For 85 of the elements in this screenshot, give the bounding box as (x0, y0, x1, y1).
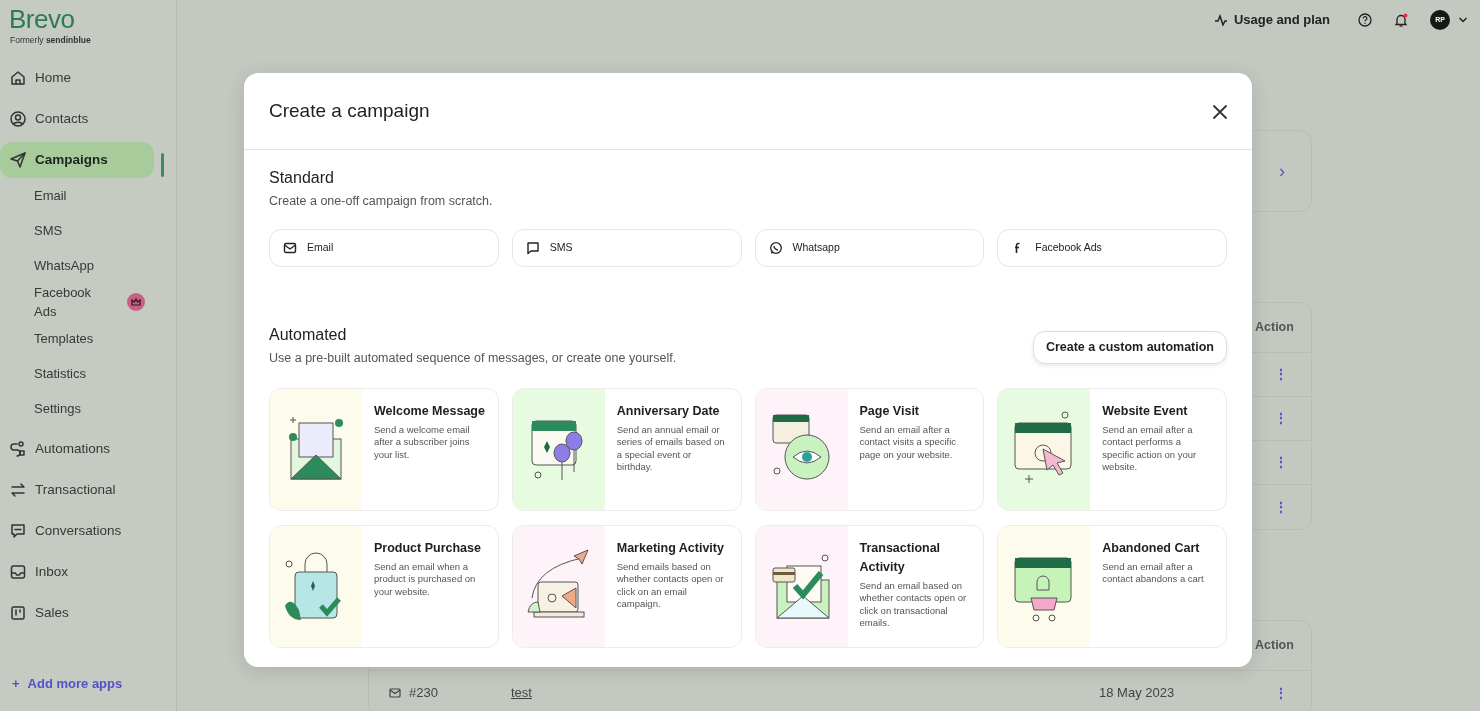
automation-card[interactable]: Welcome Message Send a welcome email after a subscriber joins your list. (269, 387, 499, 511)
automation-card[interactable]: Transactional Activity Send an email based on whether contacts open or click on transactional emails. (754, 524, 985, 648)
sub-nav-item[interactable]: Email (0, 177, 176, 213)
swap-arrows-icon (9, 480, 27, 499)
section-title: Automated (269, 324, 348, 345)
chat-icon (525, 240, 540, 255)
column-header: Action (1255, 637, 1295, 655)
crown-icon (131, 296, 141, 307)
card-description: Send a welcome email after a subscriber joins your list. (374, 423, 471, 462)
nav-item[interactable]: Conversations (0, 512, 154, 549)
more-menu-icon[interactable]: ⋮ (1255, 366, 1288, 382)
automation-card[interactable]: Marketing Activity Send emails based on whether contacts open or click on an email campaign. (511, 524, 742, 648)
automation-card[interactable]: Website Event Send an email after a contact performs a specific action on your website. (997, 387, 1227, 511)
sub-nav-item[interactable]: Templates (0, 320, 176, 356)
card-description: Send an email after a contact performs a specific action on your website. (1102, 423, 1198, 474)
automation-card[interactable]: Product Purchase Send an email when a product is purchased on your website. (269, 524, 499, 648)
plus-icon: + (12, 673, 20, 693)
card-title: Welcome Message (374, 402, 486, 420)
nav-item[interactable]: Inbox (0, 553, 154, 590)
more-menu-icon[interactable]: ⋮ (1255, 684, 1288, 701)
section-subtitle: Create a one-off campaign from scratch. (269, 193, 494, 211)
nav-item[interactable]: Sales (0, 594, 154, 631)
more-menu-icon[interactable]: ⋮ (1255, 454, 1288, 470)
chevron-down-icon (1458, 16, 1468, 24)
link-label: Usage and plan (1233, 11, 1330, 30)
nav-item[interactable]: Home (0, 59, 154, 96)
chevron-right-icon: › (1279, 157, 1285, 185)
bell-icon (1394, 13, 1408, 27)
nav-item[interactable]: Automations (0, 430, 154, 467)
help-icon (1358, 13, 1372, 27)
automation-card[interactable]: Abandoned Cart Send an email after a contact abandons a cart (997, 524, 1227, 648)
card-description: Send an email based on whether contacts open or click on transactional emails. (859, 579, 968, 630)
card-title: Transactional Activity (859, 539, 942, 576)
card-description: Send an email after a contact abandons a cart (1102, 560, 1205, 586)
inbox-icon (9, 562, 27, 581)
channel-button[interactable]: Email (269, 228, 499, 267)
channel-button[interactable]: Whatsapp (754, 228, 985, 267)
modal-title: Create a campaign (269, 99, 430, 123)
close-icon (1213, 104, 1227, 119)
more-menu-icon[interactable]: ⋮ (1255, 498, 1288, 515)
column-header: Action (1255, 319, 1295, 337)
card-title: Marketing Activity (616, 539, 725, 557)
usage-plan-link[interactable]: Usage and plan (1213, 10, 1330, 30)
card-title: Anniversary Date (616, 402, 721, 420)
card-description: Send an annual email or series of emails based on a special event or birthday. (616, 423, 726, 474)
automation-card[interactable]: Anniversary Date Send an annual email or series of emails based on a special event or birthday. (511, 387, 742, 511)
card-description: Send an email when a product is purchased on your website. (374, 560, 477, 599)
section-title: Standard (269, 168, 335, 188)
table-cell-text: #230 (409, 684, 438, 703)
active-indicator (161, 152, 164, 177)
mail-icon (283, 240, 297, 255)
home-icon (9, 68, 27, 87)
more-menu-icon[interactable]: ⋮ (1255, 410, 1288, 426)
section-subtitle: Use a pre-built automated sequence of messages, or create one yourself. (269, 350, 677, 368)
phone-bubble-icon (768, 240, 783, 255)
nav-item[interactable]: Campaigns (0, 141, 154, 178)
sub-nav-item[interactable]: Statistics (0, 355, 176, 391)
nav-item[interactable]: Contacts (0, 100, 154, 137)
sub-nav-item[interactable]: Facebook Ads (0, 282, 176, 321)
automation-card[interactable]: Page Visit Send an email after a contact visits a specific page on your website. (754, 387, 985, 511)
user-circle-icon (9, 109, 27, 128)
sub-nav-item[interactable]: WhatsApp (0, 247, 176, 283)
channel-button[interactable]: Facebook Ads (997, 228, 1227, 267)
logo-tagline: Formerly sendinblue (9, 34, 92, 47)
card-title: Website Event (1102, 402, 1189, 420)
activity-icon (1213, 14, 1228, 26)
send-icon (9, 150, 27, 169)
add-apps-link[interactable]: + Add more apps (0, 673, 176, 693)
campaign-link[interactable]: test (511, 685, 532, 701)
card-description: Send emails based on whether contacts open or click on an email campaign. (616, 560, 725, 611)
link-label: Add more apps (27, 674, 123, 693)
mail-icon (389, 688, 401, 698)
nav-item[interactable]: Transactional (0, 471, 154, 508)
card-title: Product Purchase (374, 539, 482, 557)
chat-icon (9, 521, 27, 540)
sub-nav-item[interactable]: SMS (0, 212, 176, 248)
table-cell: 18 May 2023 (1099, 685, 1175, 701)
create-automation-button[interactable]: Create a custom automation (1032, 331, 1227, 364)
card-title: Abandoned Cart (1102, 539, 1201, 557)
card-title: Page Visit (859, 402, 921, 420)
board-icon (9, 603, 27, 622)
automation-icon (9, 439, 27, 458)
card-description: Send an email after a contact visits a specific page on your website. (859, 423, 958, 462)
channel-button[interactable]: SMS (511, 228, 742, 267)
sub-nav-item[interactable]: Settings (0, 390, 176, 426)
